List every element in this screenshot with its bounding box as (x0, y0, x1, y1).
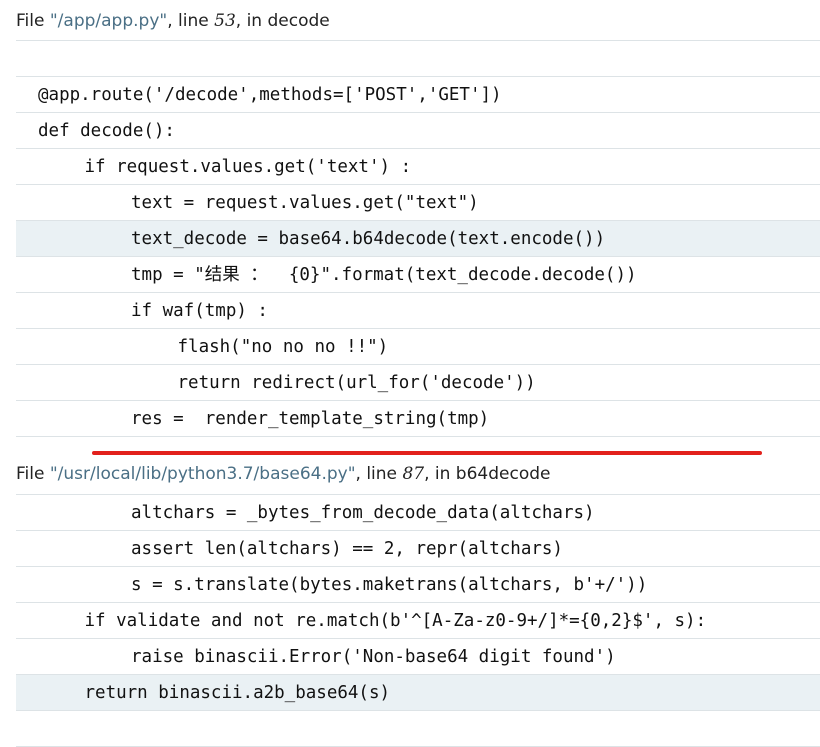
code-text: flash("no no no !!") (177, 337, 389, 357)
code-text: text = request.values.get("text") (131, 193, 479, 213)
red-underline-annotation (92, 451, 762, 455)
code-line: text = request.values.get("text") (16, 185, 820, 221)
function-name: decode (267, 11, 330, 31)
code-text: @app.route('/decode',methods=['POST','GE… (38, 85, 502, 105)
code-line: if waf(tmp) : (16, 293, 820, 329)
traceback-frame-header: File "/usr/local/lib/python3.7/base64.py… (16, 459, 550, 489)
code-line: s = s.translate(bytes.maketrans(altchars… (16, 567, 820, 603)
code-text: assert len(altchars) == 2, repr(altchars… (131, 539, 563, 559)
code-text: s = s.translate(bytes.maketrans(altchars… (131, 575, 648, 595)
line-number: 53 (214, 11, 236, 31)
in-label: , in (424, 464, 456, 484)
function-name: b64decode (455, 464, 551, 484)
code-text: if validate and not re.match(b'^[A-Za-z0… (84, 611, 707, 631)
code-line: assert len(altchars) == 2, repr(altchars… (16, 531, 820, 567)
code-text: altchars = _bytes_from_decode_data(altch… (131, 503, 595, 523)
file-prefix: File (16, 464, 50, 484)
code-line: tmp = "结果 ： {0}".format(text_decode.deco… (16, 257, 820, 293)
source-code-block[interactable]: altchars = _bytes_from_decode_data(altch… (16, 494, 820, 747)
code-line: def decode(): (16, 113, 820, 149)
in-label: , in (235, 11, 268, 31)
code-text: tmp = "结果 ： {0}".format(text_decode.deco… (131, 265, 637, 285)
current-code-line: return binascii.a2b_base64(s) (16, 675, 820, 711)
code-text: def decode(): (38, 121, 175, 141)
code-line (16, 711, 820, 747)
code-line: altchars = _bytes_from_decode_data(altch… (16, 495, 820, 531)
code-line: if request.values.get('text') : (16, 149, 820, 185)
code-line: if validate and not re.match(b'^[A-Za-z0… (16, 603, 820, 639)
code-line (16, 41, 820, 77)
filename-link[interactable]: "/usr/local/lib/python3.7/base64.py" (50, 464, 356, 484)
code-line: return redirect(url_for('decode')) (16, 365, 820, 401)
filename-link[interactable]: "/app/app.py" (50, 11, 167, 31)
code-line: res = render_template_string(tmp) (16, 401, 820, 437)
code-line: flash("no no no !!") (16, 329, 820, 365)
code-line: raise binascii.Error('Non-base64 digit f… (16, 639, 820, 675)
traceback-frame-header: File "/app/app.py", line 53, in decode (16, 6, 330, 36)
code-text: res = render_template_string(tmp) (131, 409, 490, 429)
code-text: return redirect(url_for('decode')) (177, 373, 536, 393)
line-label: , line (355, 464, 403, 484)
line-number: 87 (402, 464, 425, 484)
file-prefix: File (16, 11, 50, 31)
source-code-block[interactable]: @app.route('/decode',methods=['POST','GE… (16, 40, 820, 437)
line-label: , line (167, 11, 215, 31)
code-text: if waf(tmp) : (131, 301, 268, 321)
code-text: text_decode = base64.b64decode(text.enco… (131, 229, 606, 249)
code-text: if request.values.get('text') : (84, 157, 412, 177)
current-code-line: text_decode = base64.b64decode(text.enco… (16, 221, 820, 257)
code-text: return binascii.a2b_base64(s) (84, 683, 391, 703)
code-text: raise binascii.Error('Non-base64 digit f… (131, 647, 616, 667)
code-line: @app.route('/decode',methods=['POST','GE… (16, 77, 820, 113)
